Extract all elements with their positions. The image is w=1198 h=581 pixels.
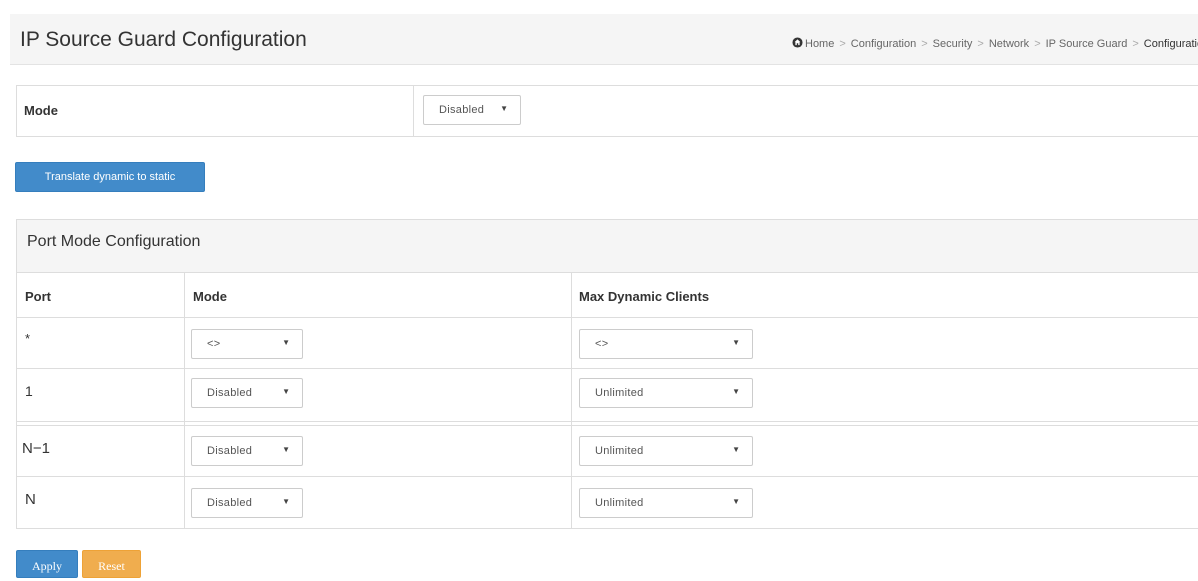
breadcrumb-ip-source-guard[interactable]: IP Source Guard [1046, 38, 1128, 50]
caret-down-icon: ▼ [282, 338, 290, 347]
port-mode-select[interactable]: <> ▼ [191, 329, 303, 359]
port-cell: N [25, 491, 36, 508]
global-mode-select[interactable]: Disabled ▼ [423, 95, 521, 125]
column-divider [184, 273, 185, 528]
home-icon [792, 37, 803, 48]
select-value: Unlimited [595, 387, 644, 399]
caret-down-icon: ▼ [732, 338, 740, 347]
caret-down-icon: ▼ [282, 497, 290, 506]
max-dynamic-clients-select[interactable]: Unlimited ▼ [579, 378, 753, 408]
page-title: IP Source Guard Configuration [20, 28, 307, 51]
global-mode-section: Mode Disabled ▼ [16, 85, 1198, 137]
breadcrumb-security[interactable]: Security [933, 38, 973, 50]
select-value: Disabled [207, 497, 253, 509]
breadcrumb-network[interactable]: Network [989, 38, 1029, 50]
panel-heading: Port Mode Configuration [17, 220, 1198, 273]
caret-down-icon: ▼ [732, 387, 740, 396]
select-value: Unlimited [595, 445, 644, 457]
breadcrumb-configuration[interactable]: Configuration [851, 38, 916, 50]
row-divider [17, 476, 1198, 477]
port-mode-select[interactable]: Disabled ▼ [191, 488, 303, 518]
translate-dynamic-to-static-button[interactable]: Translate dynamic to static [15, 162, 205, 192]
port-mode-select[interactable]: Disabled ▼ [191, 436, 303, 466]
max-dynamic-clients-select[interactable]: Unlimited ▼ [579, 436, 753, 466]
select-value: Disabled [207, 387, 253, 399]
breadcrumb-current: Configuration [1143, 38, 1198, 50]
port-cell: N−1 [22, 440, 50, 457]
divider [413, 86, 414, 136]
select-value: <> [595, 338, 609, 350]
breadcrumb: Home > Configuration > Security > Network > IP S… [792, 37, 1198, 50]
port-mode-select[interactable]: Disabled ▼ [191, 378, 303, 408]
caret-down-icon: ▼ [500, 104, 508, 113]
column-header-mode: Mode [193, 289, 227, 304]
select-value: Disabled [207, 445, 253, 457]
apply-button[interactable]: Apply [16, 550, 78, 578]
caret-down-icon: ▼ [732, 445, 740, 454]
row-divider [17, 368, 1198, 369]
port-cell: * [25, 331, 31, 346]
column-divider [571, 273, 572, 528]
breadcrumb-home[interactable]: Home [805, 38, 834, 50]
select-value: <> [207, 338, 221, 350]
max-dynamic-clients-select[interactable]: Unlimited ▼ [579, 488, 753, 518]
reset-button[interactable]: Reset [82, 550, 141, 578]
column-header-port: Port [25, 289, 51, 304]
port-mode-configuration-panel: Port Mode Configuration Port Mode Max Dy… [16, 219, 1198, 529]
port-cell: 1 [25, 383, 33, 399]
max-dynamic-clients-select[interactable]: <> ▼ [579, 329, 753, 359]
row-divider [17, 421, 1198, 422]
row-divider [17, 425, 1198, 426]
row-divider [17, 317, 1198, 318]
mode-label: Mode [24, 103, 58, 118]
caret-down-icon: ▼ [282, 387, 290, 396]
page-header: IP Source Guard Configuration Home > Confi… [10, 14, 1198, 65]
panel-title: Port Mode Configuration [27, 233, 201, 250]
select-value: Unlimited [595, 497, 644, 509]
caret-down-icon: ▼ [732, 497, 740, 506]
select-value: Disabled [439, 104, 485, 116]
column-header-max-dynamic-clients: Max Dynamic Clients [579, 289, 710, 304]
caret-down-icon: ▼ [282, 445, 290, 454]
